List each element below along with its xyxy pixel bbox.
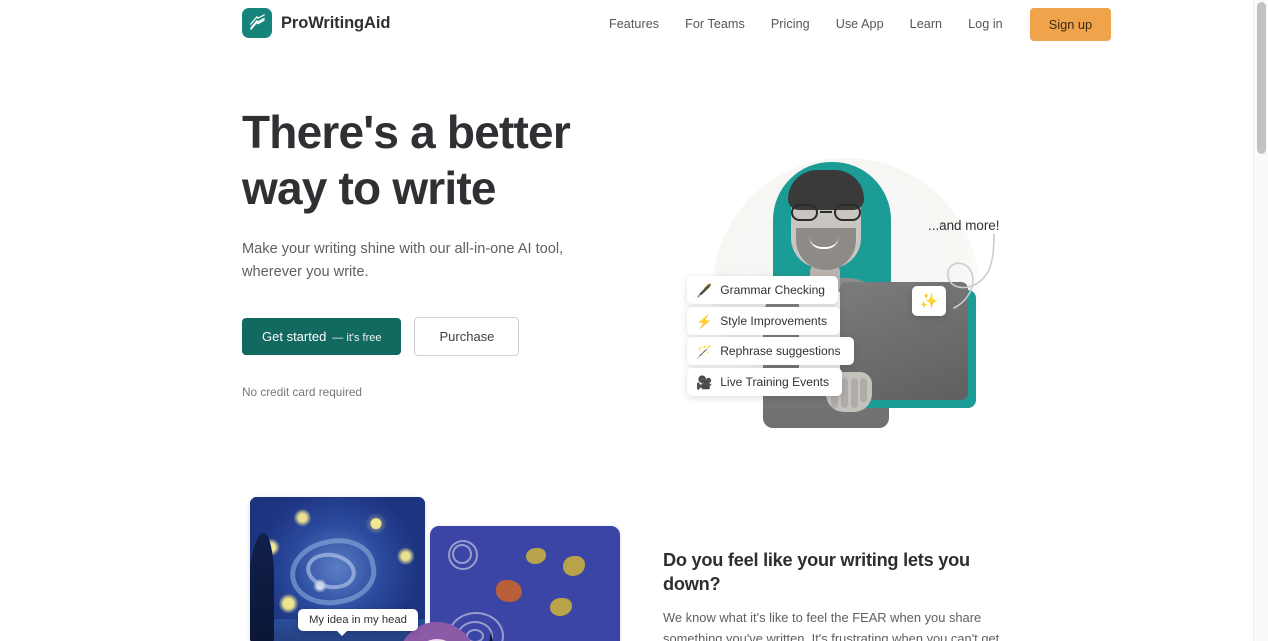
- glasses-icon: [789, 204, 863, 221]
- nav-item-log-in[interactable]: Log in: [955, 11, 1016, 37]
- nav-item-learn[interactable]: Learn: [897, 11, 955, 37]
- section2-copy: Do you feel like your writing lets you d…: [663, 549, 1018, 641]
- scrollbar-thumb[interactable]: [1257, 2, 1266, 154]
- pen-icon: 🖋️: [696, 282, 713, 298]
- section2-body: We know what it's like to feel the FEAR …: [663, 610, 1000, 641]
- main-navigation: Features For Teams Pricing Use App Learn…: [596, 0, 1112, 48]
- vertical-scrollbar[interactable]: [1253, 0, 1268, 641]
- feature-chip-label: Grammar Checking: [720, 283, 826, 297]
- browser-page: ProWritingAid Features For Teams Pricing…: [0, 0, 1268, 641]
- page-viewport: ProWritingAid Features For Teams Pricing…: [0, 0, 1253, 641]
- get-started-label: Get started: [262, 329, 327, 345]
- feature-chip-label: Rephrase suggestions: [720, 344, 841, 358]
- lightning-icon: ⚡: [696, 313, 713, 329]
- hero-actions: Get started — it's free Purchase: [242, 317, 642, 357]
- feature-chip-label: Live Training Events: [720, 375, 830, 389]
- brand-name: ProWritingAid: [281, 13, 391, 32]
- sparkle-icon: ✨: [912, 286, 946, 316]
- feature-chip-rephrase-suggestions: 🪄 Rephrase suggestions: [687, 337, 854, 365]
- hero-title-line-1: There's a better: [242, 106, 571, 158]
- page-title: There's a better way to write: [242, 104, 642, 216]
- get-started-button[interactable]: Get started — it's free: [242, 318, 402, 356]
- hero-subtitle: Make your writing shine with our all-in-…: [242, 241, 564, 281]
- hero-title-line-2: way to write: [242, 162, 496, 215]
- site-header: ProWritingAid Features For Teams Pricing…: [0, 0, 1253, 48]
- idea-caption-bubble: My idea in my head: [298, 609, 418, 636]
- hero-illustration: ✨ 🖋️ Grammar Checking ⚡ Style Improvemen…: [660, 140, 1020, 440]
- book-check-logo-icon: [242, 8, 272, 38]
- childlike-drawing-card: [430, 526, 620, 641]
- nav-item-use-app[interactable]: Use App: [823, 11, 897, 37]
- feature-chip-label: Style Improvements: [720, 314, 828, 328]
- writing-lets-you-down-section: My idea in my head Do you feel like your…: [0, 488, 1253, 641]
- purchase-button[interactable]: Purchase: [414, 317, 520, 357]
- nav-item-pricing[interactable]: Pricing: [758, 11, 823, 37]
- and-more-annotation: ...and more!: [928, 218, 1000, 233]
- get-started-suffix: — it's free: [332, 332, 382, 345]
- feature-chip-grammar-checking: 🖋️ Grammar Checking: [687, 276, 839, 304]
- brand-logo-link[interactable]: ProWritingAid: [242, 8, 390, 38]
- hero-section: There's a better way to write Make your …: [0, 48, 1253, 488]
- video-camera-icon: 🎥: [696, 374, 713, 390]
- magic-wand-icon: 🪄: [696, 343, 713, 359]
- section2-title: Do you feel like your writing lets you d…: [663, 550, 970, 594]
- feature-chip-style-improvements: ⚡ Style Improvements: [687, 307, 841, 335]
- nav-item-features[interactable]: Features: [596, 11, 672, 37]
- sign-up-button[interactable]: Sign up: [1029, 7, 1112, 41]
- no-credit-card-note: No credit card required: [242, 385, 362, 400]
- feature-chip-live-training-events: 🎥 Live Training Events: [687, 368, 843, 396]
- artwork-comparison: My idea in my head: [250, 497, 630, 641]
- hero-copy: There's a better way to write Make your …: [242, 104, 642, 399]
- nav-item-for-teams[interactable]: For Teams: [672, 11, 758, 37]
